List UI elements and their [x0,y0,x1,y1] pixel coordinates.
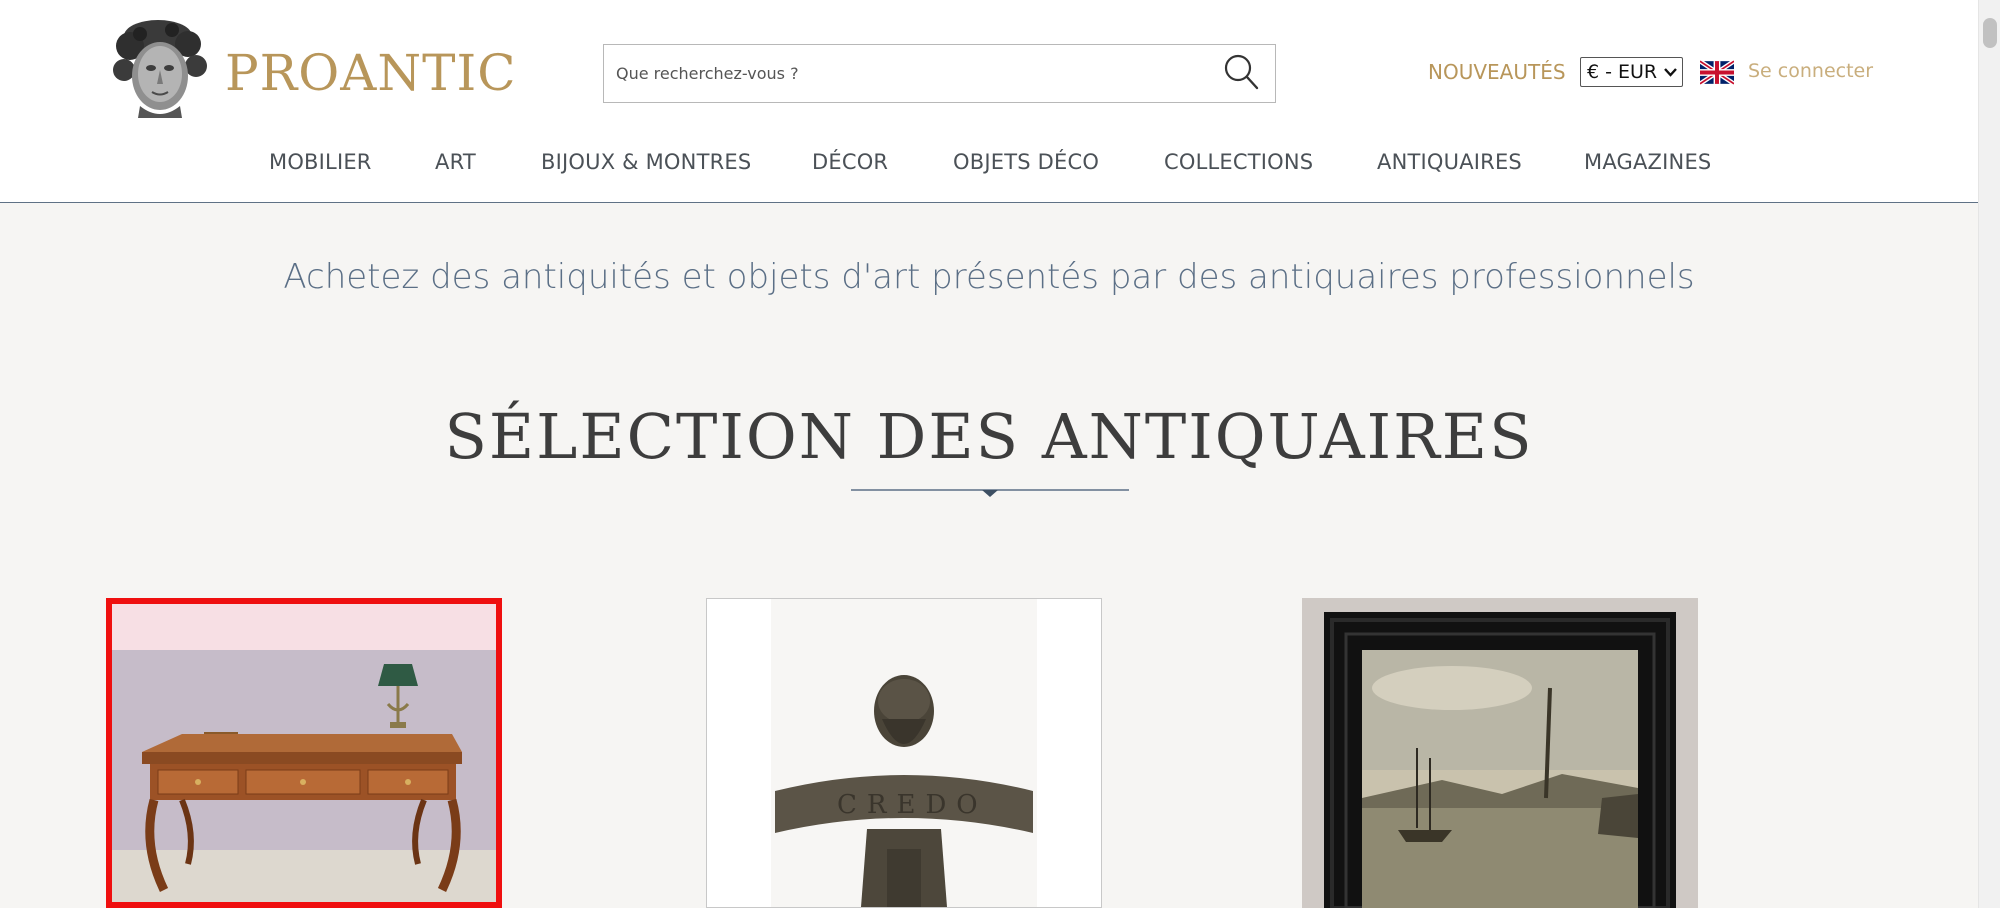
site-header: PROANTIC NOUVEAUTÉS € - EUR Se connecter… [0,0,1978,203]
nav-item-bijoux-montres[interactable]: BIJOUX & MONTRES [541,150,751,174]
vertical-scrollbar[interactable] [1978,0,2000,908]
painting-product-image [1302,598,1698,908]
currency-select[interactable]: € - EUR [1580,57,1683,87]
logo-link[interactable] [110,18,210,124]
search-box[interactable] [603,44,1276,103]
desk-product-image [112,604,496,902]
scrollbar-thumb[interactable] [1983,18,1997,48]
section-title: SÉLECTION DES ANTIQUAIRES [444,400,1534,473]
nouveautes-link[interactable]: NOUVEAUTÉS [1428,60,1566,84]
nav-item-objets-deco[interactable]: OBJETS DÉCO [953,150,1099,174]
uk-flag-icon[interactable] [1700,60,1734,85]
nav-item-magazines[interactable]: MAGAZINES [1584,150,1711,174]
product-card-desk[interactable] [106,598,502,908]
sculpture-product-image: CREDO [707,599,1101,907]
tagline: Achetez des antiquités et objets d'art p… [283,257,1695,297]
chevron-down-icon [1664,68,1677,77]
sculpted-head-logo-icon [113,20,207,118]
product-card-sculpture[interactable]: CREDO [706,598,1102,908]
currency-value: € - EUR [1587,61,1658,83]
search-icon[interactable] [1222,52,1260,92]
search-input[interactable] [616,45,1196,102]
brand-name[interactable]: PROANTIC [225,44,517,102]
main-nav: MOBILIER ART BIJOUX & MONTRES DÉCOR OBJE… [0,150,1978,180]
product-card-painting[interactable] [1302,598,1698,908]
nav-item-antiquaires[interactable]: ANTIQUAIRES [1377,150,1522,174]
nav-item-mobilier[interactable]: MOBILIER [269,150,372,174]
nav-item-decor[interactable]: DÉCOR [812,150,888,174]
login-link[interactable]: Se connecter [1748,60,1873,82]
nav-item-collections[interactable]: COLLECTIONS [1164,150,1313,174]
nav-item-art[interactable]: ART [435,150,476,174]
svg-text:CREDO: CREDO [837,790,988,820]
title-divider [851,489,1129,497]
